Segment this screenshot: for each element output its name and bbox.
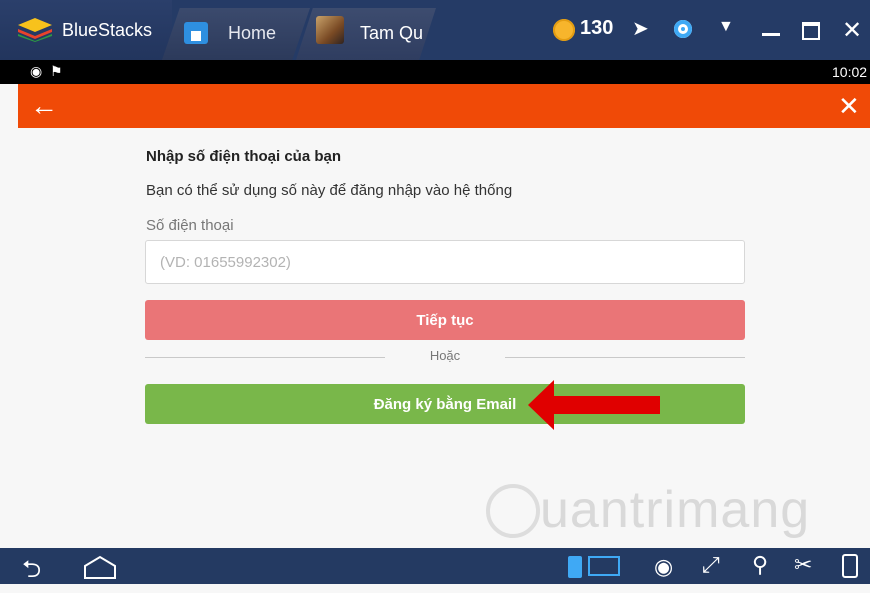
scissors-icon[interactable]: ✂	[794, 552, 812, 578]
dropdown-icon[interactable]: ▼	[718, 18, 734, 36]
home-nav-icon[interactable]	[82, 554, 118, 580]
maximize-icon[interactable]	[802, 22, 820, 40]
or-label: Hoặc	[429, 348, 461, 363]
bluestacks-tab[interactable]: BlueStacks	[0, 0, 172, 60]
continue-button[interactable]: Tiếp tục	[145, 300, 745, 340]
location-icon[interactable]	[674, 20, 692, 38]
phone-rotate-icon[interactable]	[842, 554, 858, 578]
phone-label: Số điện thoại	[146, 217, 234, 234]
pin-icon[interactable]: ➤	[632, 16, 649, 41]
form-title: Nhập số điện thoại của bạn	[146, 148, 342, 165]
keyboard-switch-icon[interactable]	[568, 556, 582, 578]
watermark-logo	[486, 484, 540, 538]
location-pin-icon[interactable]: ⚲	[752, 552, 768, 578]
status-flag-icon: ⚑	[50, 63, 63, 79]
back-icon[interactable]: ⮌	[22, 552, 41, 593]
coin-count[interactable]: 130	[580, 17, 613, 40]
eye-icon[interactable]: ◉	[654, 554, 673, 580]
home-icon	[184, 22, 208, 44]
app-name: BlueStacks	[62, 20, 153, 40]
status-time: 10:02	[832, 64, 868, 80]
android-statusbar	[0, 60, 870, 84]
expand-icon[interactable]: ⤢	[702, 552, 720, 578]
minimize-icon[interactable]	[762, 33, 780, 36]
phone-input[interactable]	[145, 240, 745, 284]
close-x-icon[interactable]: ✕	[838, 84, 860, 128]
tab-home-label[interactable]: Home	[228, 23, 276, 44]
back-arrow-icon[interactable]: ←	[30, 84, 58, 128]
coin-icon	[553, 19, 575, 41]
keyboard-icon[interactable]	[588, 556, 620, 576]
bottom-navbar	[0, 548, 870, 584]
status-circle-icon: ◉	[30, 63, 43, 79]
game-thumbnail-icon	[316, 16, 344, 44]
close-icon[interactable]: ✕	[842, 16, 862, 45]
bluestacks-logo-icon	[18, 18, 52, 42]
form-description: Bạn có thể sử dụng số này để đăng nhập v…	[146, 182, 513, 199]
app-header	[18, 84, 870, 128]
watermark-text: uantrimang	[540, 481, 811, 539]
tab-game-label[interactable]: Tam Qu	[360, 23, 423, 44]
annotation-arrow	[528, 380, 660, 430]
